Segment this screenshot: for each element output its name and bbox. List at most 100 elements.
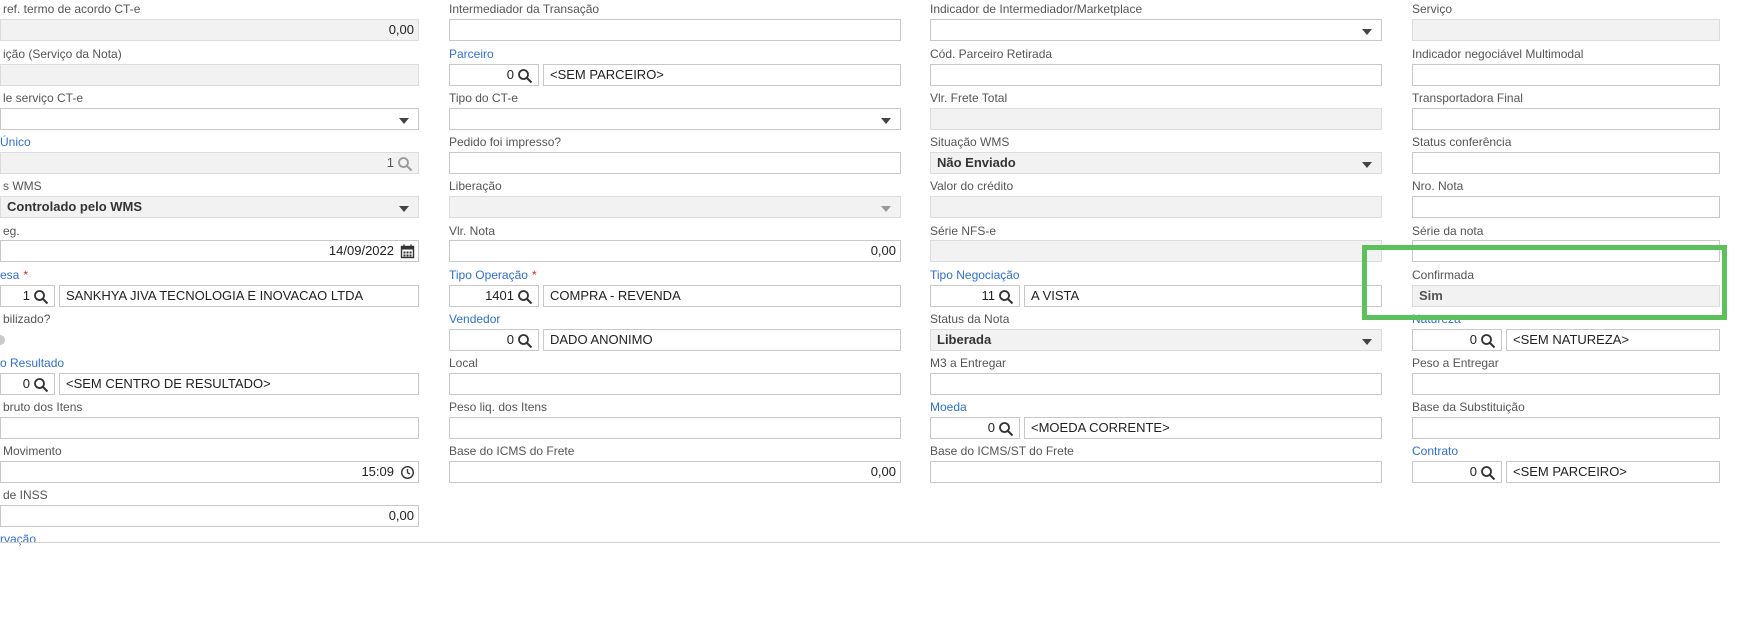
parceiro-code-field[interactable]: 0 bbox=[449, 64, 539, 86]
calendar-icon[interactable] bbox=[400, 244, 415, 259]
empresa-code-field[interactable]: 1 bbox=[0, 285, 55, 307]
base-icms-st-field[interactable] bbox=[930, 461, 1382, 483]
contabilizado-toggle[interactable] bbox=[0, 335, 5, 345]
search-icon[interactable] bbox=[517, 333, 533, 349]
servico-nota-field[interactable] bbox=[0, 64, 419, 86]
search-icon[interactable] bbox=[33, 289, 49, 305]
inss-field[interactable]: 0,00 bbox=[0, 505, 419, 527]
search-icon[interactable] bbox=[998, 289, 1014, 305]
status-nota-select[interactable]: Liberada bbox=[930, 329, 1382, 351]
movimento-label: Movimento bbox=[3, 444, 62, 458]
tipo-operacao-code-field[interactable]: 1401 bbox=[449, 285, 539, 307]
intermediador-field[interactable] bbox=[449, 19, 901, 41]
tipo-negociacao-label[interactable]: Tipo Negociação bbox=[930, 268, 1020, 282]
cod-parceiro-label: Cód. Parceiro Retirada bbox=[930, 47, 1053, 61]
inss-label: de INSS bbox=[3, 488, 48, 502]
vendedor-code-value: 0 bbox=[506, 332, 514, 347]
peso-liq-field[interactable] bbox=[449, 417, 901, 439]
status-conferencia-field[interactable] bbox=[1412, 152, 1720, 174]
moeda-label[interactable]: Moeda bbox=[930, 400, 967, 414]
tipo-servico-select[interactable] bbox=[0, 108, 419, 130]
vendedor-name-field[interactable]: DADO ANONIMO bbox=[543, 329, 901, 351]
indicador-select[interactable] bbox=[930, 19, 1382, 41]
centro-name-field[interactable]: <SEM CENTRO DE RESULTADO> bbox=[59, 373, 419, 395]
tipo-operacao-label[interactable]: Tipo Operação * bbox=[449, 268, 537, 282]
search-icon[interactable] bbox=[397, 156, 413, 172]
vendedor-label[interactable]: Vendedor bbox=[449, 312, 500, 326]
search-icon[interactable] bbox=[1480, 333, 1496, 349]
tipo-operacao-label-text: Tipo Operação bbox=[449, 268, 528, 282]
natureza-code-field[interactable]: 0 bbox=[1412, 329, 1502, 351]
multimodal-field[interactable] bbox=[1412, 64, 1720, 86]
chevron-down-icon bbox=[881, 206, 891, 212]
nro-nota-field[interactable] bbox=[1412, 196, 1720, 218]
base-icms-frete-field[interactable]: 0,00 bbox=[449, 461, 901, 483]
required-asterisk: * bbox=[531, 268, 537, 282]
vlr-nota-value: 0,00 bbox=[870, 243, 896, 258]
empresa-name-value: SANKHYA JIVA TECNOLOGIA E INOVACAO LTDA bbox=[66, 288, 364, 303]
tipo-cte-select[interactable] bbox=[449, 108, 901, 130]
liberacao-select[interactable] bbox=[449, 196, 901, 218]
cod-parceiro-field[interactable] bbox=[930, 64, 1382, 86]
parceiro-label[interactable]: Parceiro bbox=[449, 47, 494, 61]
ref-termo-field[interactable]: 0,00 bbox=[0, 19, 419, 41]
base-substituicao-field[interactable] bbox=[1412, 417, 1720, 439]
valor-credito-field[interactable] bbox=[930, 196, 1382, 218]
search-icon[interactable] bbox=[1480, 465, 1496, 481]
vlr-frete-field[interactable] bbox=[930, 108, 1382, 130]
movimento-time-value: 15:09 bbox=[361, 464, 394, 479]
wms-select[interactable]: Controlado pelo WMS bbox=[0, 196, 419, 218]
moeda-name-field[interactable]: <MOEDA CORRENTE> bbox=[1024, 417, 1382, 439]
m3-entregar-label: M3 a Entregar bbox=[930, 356, 1007, 370]
liberacao-label: Liberação bbox=[449, 179, 502, 193]
clock-icon[interactable] bbox=[400, 465, 415, 480]
neg-date-field[interactable]: 14/09/2022 bbox=[0, 240, 419, 262]
servico-field[interactable] bbox=[1412, 19, 1720, 41]
contrato-name-field[interactable]: <SEM PARCEIRO> bbox=[1506, 461, 1720, 483]
observacao-label[interactable]: rvação bbox=[0, 532, 36, 546]
intermediador-label: Intermediador da Transação bbox=[449, 2, 600, 16]
search-icon[interactable] bbox=[33, 377, 49, 393]
tipo-negociacao-name-field[interactable]: A VISTA bbox=[1024, 285, 1382, 307]
natureza-name-value: <SEM NATUREZA> bbox=[1513, 332, 1630, 347]
pedido-impresso-field[interactable] bbox=[449, 152, 901, 174]
parceiro-name-field[interactable]: <SEM PARCEIRO> bbox=[543, 64, 901, 86]
movimento-time-field[interactable]: 15:09 bbox=[0, 461, 419, 483]
transportadora-field[interactable] bbox=[1412, 108, 1720, 130]
tipo-negociacao-code-field[interactable]: 11 bbox=[930, 285, 1020, 307]
tipo-operacao-name-field[interactable]: COMPRA - REVENDA bbox=[543, 285, 901, 307]
moeda-name-value: <MOEDA CORRENTE> bbox=[1031, 420, 1170, 435]
vendedor-code-field[interactable]: 0 bbox=[449, 329, 539, 351]
contrato-label[interactable]: Contrato bbox=[1412, 444, 1458, 458]
unico-label[interactable]: Único bbox=[0, 135, 31, 149]
chevron-down-icon bbox=[399, 118, 409, 124]
ref-termo-label: ref. termo de acordo CT-e bbox=[3, 2, 141, 16]
peso-entregar-label: Peso a Entregar bbox=[1412, 356, 1499, 370]
centro-code-field[interactable]: 0 bbox=[0, 373, 55, 395]
serie-nfse-field[interactable] bbox=[930, 240, 1382, 262]
moeda-code-value: 0 bbox=[987, 420, 995, 435]
centro-name-value: <SEM CENTRO DE RESULTADO> bbox=[66, 376, 271, 391]
natureza-name-field[interactable]: <SEM NATUREZA> bbox=[1506, 329, 1720, 351]
empresa-label[interactable]: esa * bbox=[0, 268, 28, 282]
local-field[interactable] bbox=[449, 373, 901, 395]
centro-resultado-label[interactable]: o Resultado bbox=[0, 356, 64, 370]
moeda-code-field[interactable]: 0 bbox=[930, 417, 1020, 439]
contabilizado-label: bilizado? bbox=[3, 312, 51, 326]
peso-entregar-field[interactable] bbox=[1412, 373, 1720, 395]
parceiro-name-value: <SEM PARCEIRO> bbox=[550, 67, 664, 82]
base-icms-st-label: Base do ICMS/ST do Frete bbox=[930, 444, 1074, 458]
status-conferencia-label: Status conferência bbox=[1412, 135, 1512, 149]
empresa-name-field[interactable]: SANKHYA JIVA TECNOLOGIA E INOVACAO LTDA bbox=[59, 285, 419, 307]
search-icon[interactable] bbox=[998, 421, 1014, 437]
base-icms-frete-label: Base do ICMS do Frete bbox=[449, 444, 575, 458]
unico-field[interactable]: 1 bbox=[0, 152, 419, 174]
situacao-wms-select[interactable]: Não Enviado bbox=[930, 152, 1382, 174]
contrato-code-field[interactable]: 0 bbox=[1412, 461, 1502, 483]
local-label: Local bbox=[449, 356, 478, 370]
search-icon[interactable] bbox=[517, 289, 533, 305]
vlr-nota-field[interactable]: 0,00 bbox=[449, 240, 901, 262]
bruto-itens-field[interactable] bbox=[0, 417, 419, 439]
search-icon[interactable] bbox=[517, 68, 533, 84]
m3-entregar-field[interactable] bbox=[930, 373, 1382, 395]
